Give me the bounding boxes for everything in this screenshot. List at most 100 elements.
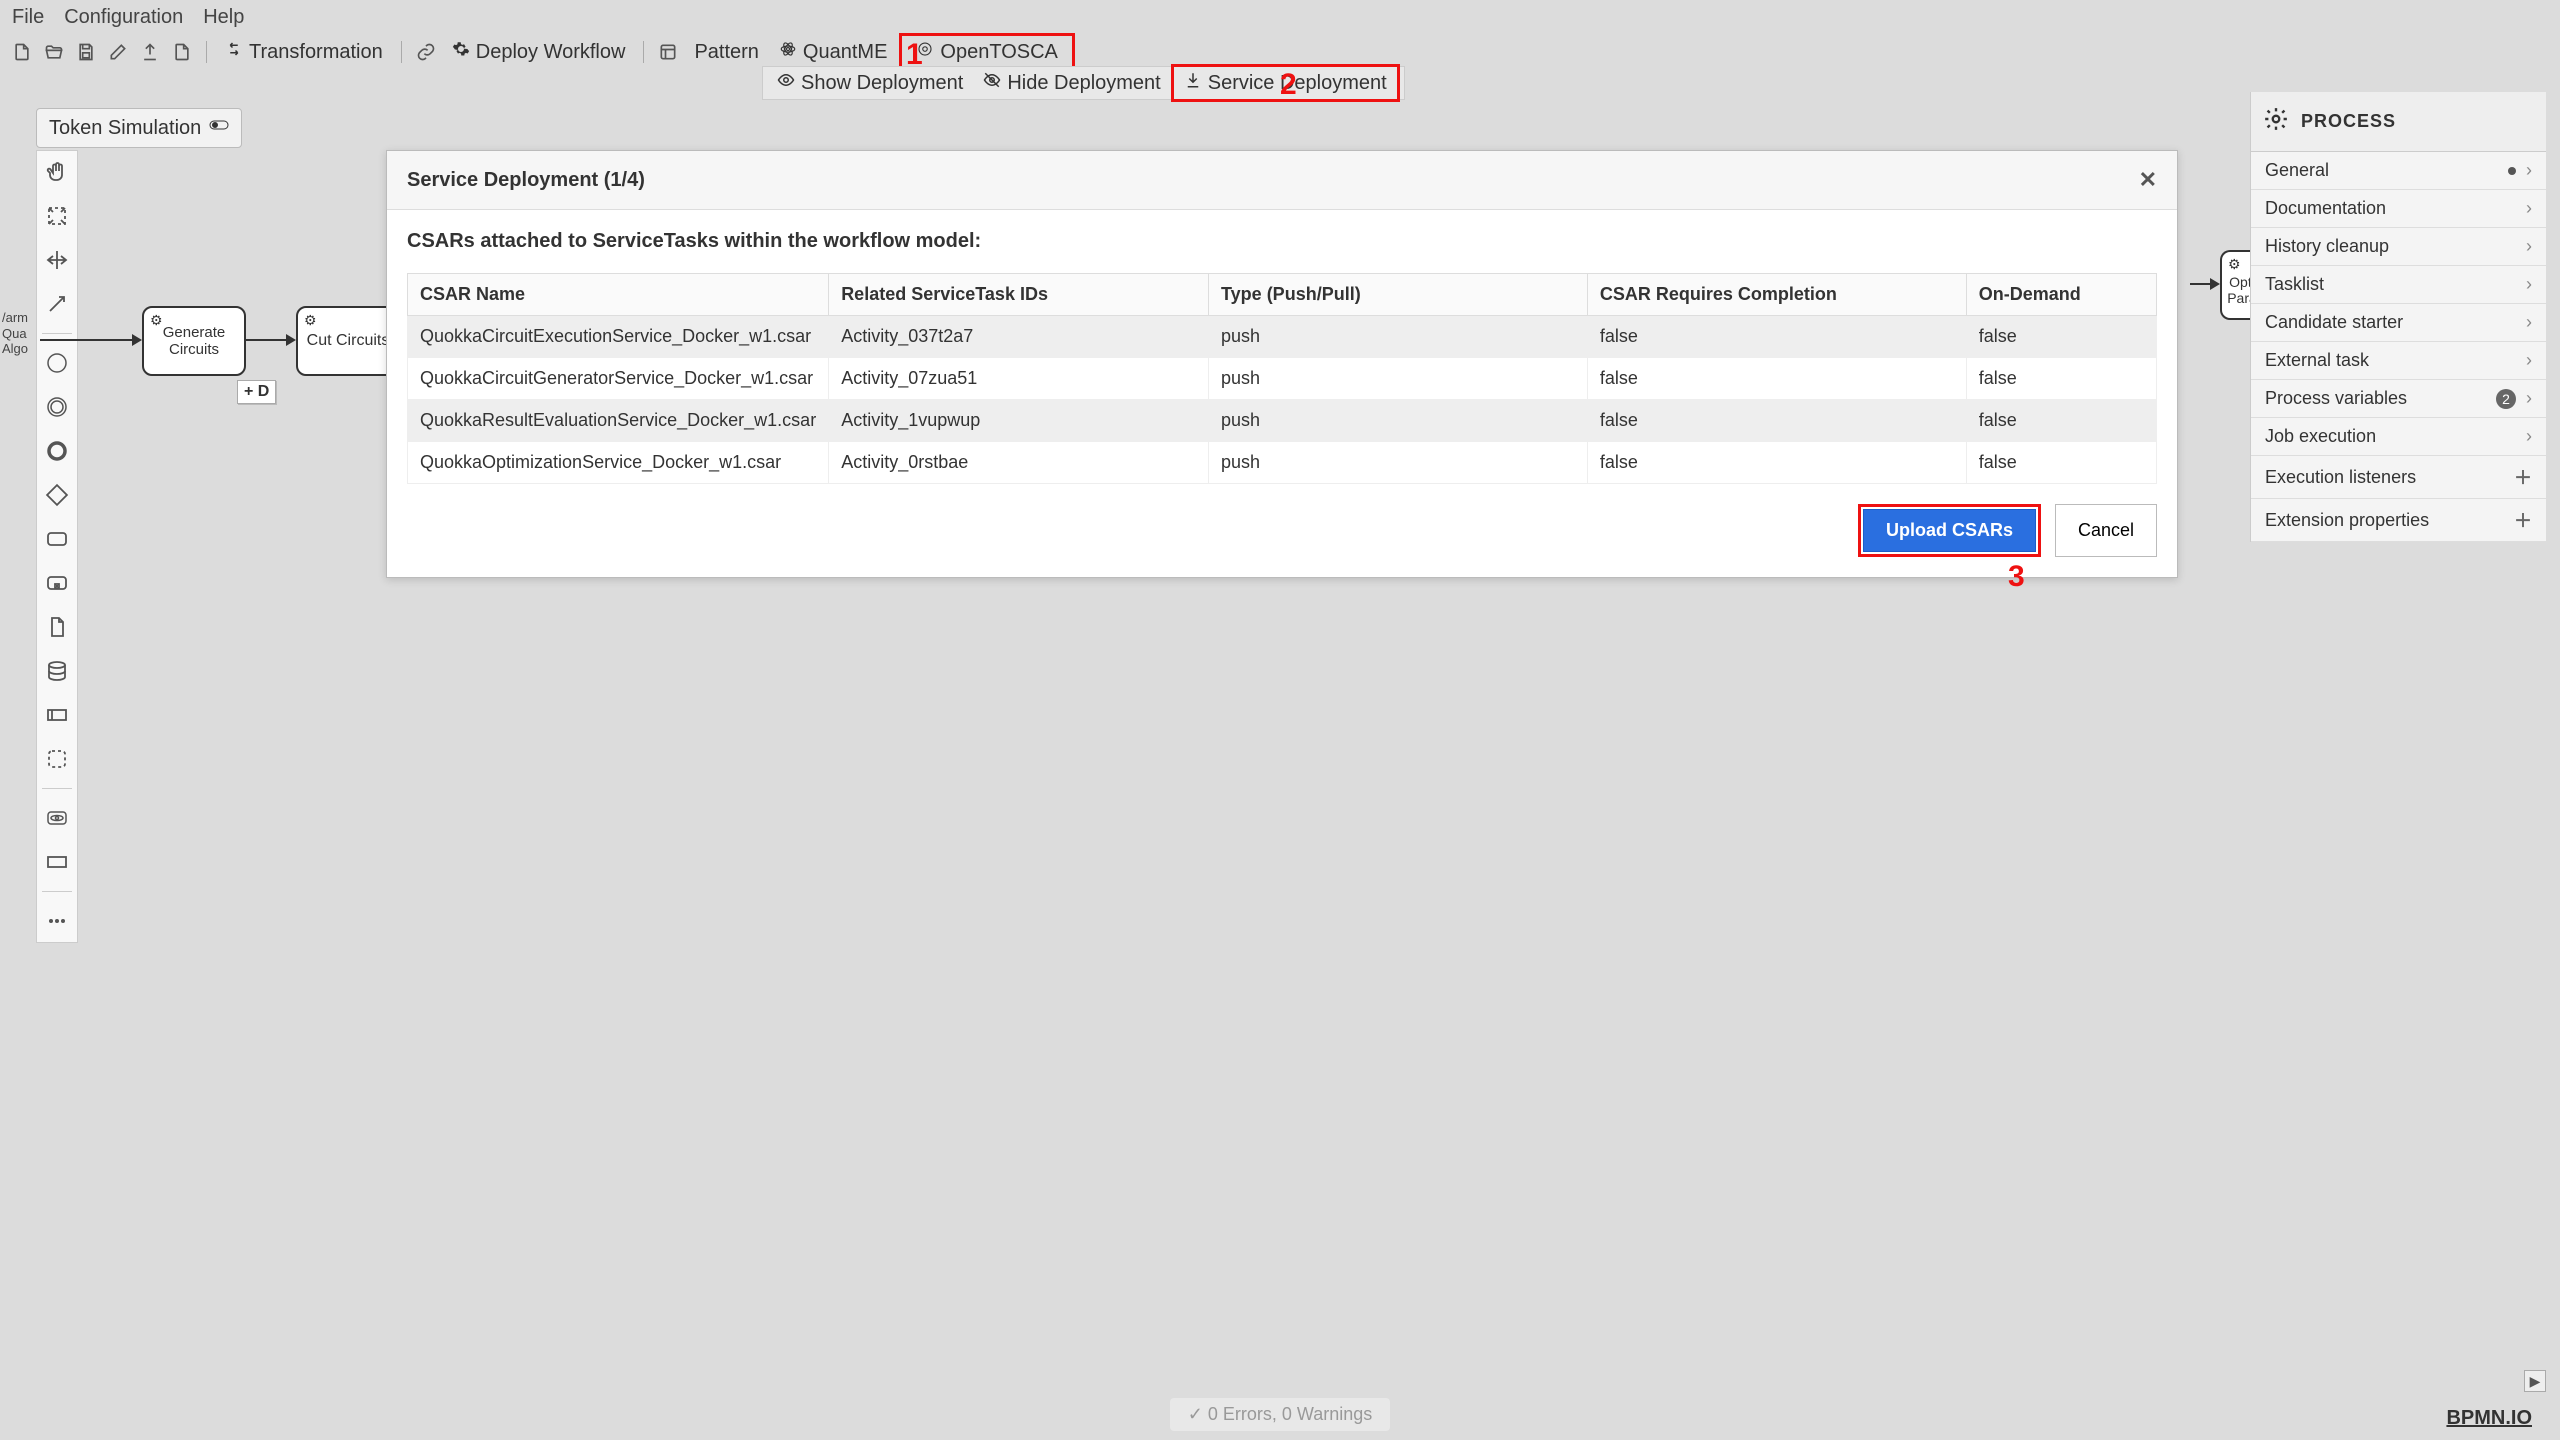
partial-node-label-left: /arm Qua Algo [2, 310, 28, 357]
modal-footer: Upload CSARs Cancel [387, 484, 2177, 577]
cancel-button[interactable]: Cancel [2055, 504, 2157, 557]
cell-type: push [1209, 316, 1588, 358]
prop-history-cleanup[interactable]: History cleanup › [2251, 228, 2546, 266]
add-icon[interactable]: ＋ [2514, 507, 2532, 533]
hide-deployment-button[interactable]: Hide Deployment [973, 67, 1170, 99]
cell-rel: Activity_07zua51 [829, 358, 1209, 400]
cell-ond: false [1966, 316, 2156, 358]
quantme-button[interactable]: QuantME [771, 36, 895, 68]
chevron-right-icon: › [2526, 274, 2532, 295]
upload-icon[interactable] [136, 38, 164, 66]
edit-icon[interactable] [104, 38, 132, 66]
validation-status[interactable]: ✓ 0 Errors, 0 Warnings [1170, 1398, 1390, 1431]
prop-label: External task [2265, 350, 2369, 371]
prop-external-task[interactable]: External task › [2251, 342, 2546, 380]
deploy-workflow-label: Deploy Workflow [476, 41, 626, 64]
count-badge: 2 [2496, 389, 2516, 409]
col-requires-completion: CSAR Requires Completion [1587, 274, 1966, 316]
modified-indicator-icon [2508, 167, 2516, 175]
col-related-servicetask: Related ServiceTask IDs [829, 274, 1209, 316]
cut-circuits-task[interactable]: ⚙ Cut Circuits [296, 306, 400, 376]
cell-ond: false [1966, 442, 2156, 484]
new-file-icon[interactable] [8, 38, 36, 66]
modal-header: Service Deployment (1/4) ✕ [387, 151, 2177, 210]
table-row[interactable]: QuokkaCircuitGeneratorService_Docker_w1.… [408, 358, 2157, 400]
task-label: Generate Circuits [163, 324, 226, 358]
service-task-icon: ⚙ [150, 312, 163, 329]
chevron-right-icon: › [2526, 160, 2532, 181]
table-row[interactable]: QuokkaOptimizationService_Docker_w1.csar… [408, 442, 2157, 484]
table-row[interactable]: QuokkaResultEvaluationService_Docker_w1.… [408, 400, 2157, 442]
cell-ond: false [1966, 400, 2156, 442]
show-deployment-button[interactable]: Show Deployment [767, 67, 973, 99]
chevron-right-icon: › [2526, 198, 2532, 219]
cell-csar-name: QuokkaCircuitGeneratorService_Docker_w1.… [408, 358, 829, 400]
clipboard-icon[interactable] [168, 38, 196, 66]
cell-req: false [1587, 400, 1966, 442]
toolbar-separator [643, 41, 644, 63]
prop-label: Candidate starter [2265, 312, 2403, 333]
prop-job-execution[interactable]: Job execution › [2251, 418, 2546, 456]
scroll-right-icon[interactable]: ▶ [2524, 1370, 2546, 1392]
sequence-flow[interactable] [246, 339, 288, 341]
add-icon[interactable]: ＋ [2514, 464, 2532, 490]
prop-label: Documentation [2265, 198, 2386, 219]
sequence-flow[interactable] [40, 339, 135, 341]
generate-circuits-task[interactable]: ⚙ Generate Circuits [142, 306, 246, 376]
save-icon[interactable] [72, 38, 100, 66]
download-icon [1184, 71, 1202, 95]
prop-label: General [2265, 160, 2329, 181]
pattern-button[interactable]: Pattern [686, 37, 766, 68]
toolbar-separator [401, 41, 402, 63]
hide-deployment-label: Hide Deployment [1007, 72, 1160, 95]
chevron-right-icon: › [2526, 236, 2532, 257]
upload-button-highlight: Upload CSARs [1858, 504, 2041, 557]
bpmn-io-logo[interactable]: BPMN.IO [2446, 1407, 2532, 1430]
check-icon: ✓ [1188, 1404, 1208, 1424]
prop-execution-listeners[interactable]: Execution listeners ＋ [2251, 456, 2546, 499]
col-type: Type (Push/Pull) [1209, 274, 1588, 316]
prop-documentation[interactable]: Documentation › [2251, 190, 2546, 228]
deploy-workflow-button[interactable]: Deploy Workflow [444, 36, 634, 68]
upload-csars-button[interactable]: Upload CSARs [1863, 509, 2036, 552]
template-icon[interactable] [654, 38, 682, 66]
annotation-2: 2 [1280, 68, 1297, 102]
service-task-icon: ⚙ [304, 312, 317, 329]
prop-label: Execution listeners [2265, 467, 2416, 488]
cell-type: push [1209, 358, 1588, 400]
open-folder-icon[interactable] [40, 38, 68, 66]
menubar: File Configuration Help [0, 0, 2560, 34]
table-row[interactable]: QuokkaCircuitExecutionService_Docker_w1.… [408, 316, 2157, 358]
arrow-head-icon [132, 334, 142, 346]
cell-type: push [1209, 400, 1588, 442]
cell-csar-name: QuokkaCircuitExecutionService_Docker_w1.… [408, 316, 829, 358]
sequence-flow[interactable] [2190, 283, 2212, 285]
cell-req: false [1587, 442, 1966, 484]
cell-csar-name: QuokkaOptimizationService_Docker_w1.csar [408, 442, 829, 484]
modal-title: Service Deployment (1/4) [407, 169, 645, 192]
col-on-demand: On-Demand [1966, 274, 2156, 316]
toolbar-separator [206, 41, 207, 63]
transformation-button[interactable]: Transformation [217, 36, 391, 68]
cell-req: false [1587, 358, 1966, 400]
gear-icon [2263, 106, 2289, 137]
prop-general[interactable]: General › [2251, 152, 2546, 190]
menu-configuration[interactable]: Configuration [64, 6, 183, 29]
cell-type: push [1209, 442, 1588, 484]
prop-candidate-starter[interactable]: Candidate starter › [2251, 304, 2546, 342]
prop-process-variables[interactable]: Process variables 2› [2251, 380, 2546, 418]
menu-help[interactable]: Help [203, 6, 244, 29]
quantme-label: QuantME [803, 41, 887, 64]
status-bar: ✓ 0 Errors, 0 Warnings [0, 1394, 2560, 1434]
menu-file[interactable]: File [12, 6, 44, 29]
prop-tasklist[interactable]: Tasklist › [2251, 266, 2546, 304]
properties-panel: PROCESS General › Documentation › Histor… [2250, 92, 2546, 542]
link-icon[interactable] [412, 38, 440, 66]
show-deployment-label: Show Deployment [801, 72, 963, 95]
opentosca-submenu: Show Deployment Hide Deployment Service … [762, 66, 1405, 100]
plus-d-tag[interactable]: + D [237, 380, 276, 404]
prop-extension-properties[interactable]: Extension properties ＋ [2251, 499, 2546, 542]
task-label: Cut Circuits [307, 332, 390, 350]
close-icon[interactable]: ✕ [2139, 167, 2157, 193]
chevron-right-icon: › [2526, 350, 2532, 371]
